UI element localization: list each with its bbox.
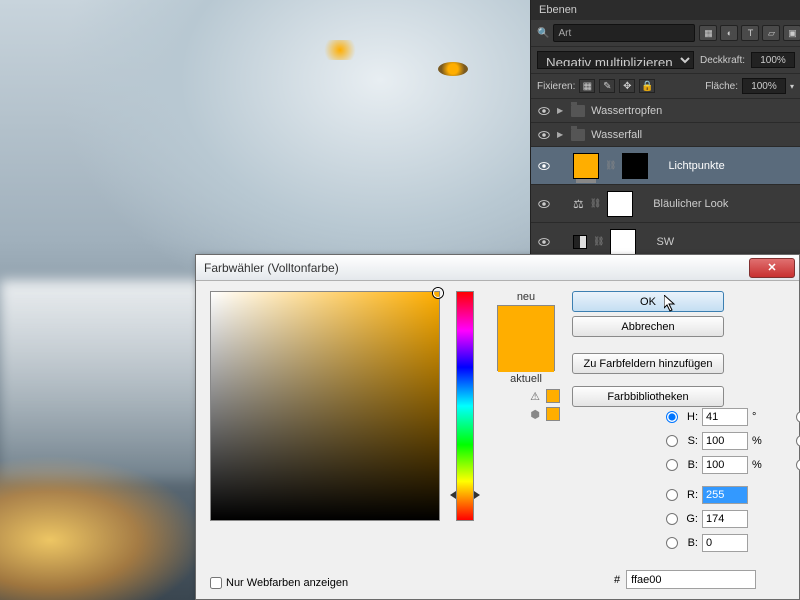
input-g[interactable]: [702, 510, 748, 528]
disclosure-icon[interactable]: ▶: [557, 106, 563, 115]
folder-icon: [571, 129, 585, 141]
color-preview: [497, 305, 555, 371]
lock-position-brush-icon[interactable]: ✎: [599, 79, 615, 93]
opacity-label: Deckkraft:: [700, 55, 745, 66]
hex-prefix: #: [614, 574, 620, 586]
hue-slider[interactable]: [456, 291, 474, 521]
label-s: S:: [682, 435, 698, 447]
visibility-icon[interactable]: [537, 197, 551, 211]
input-h[interactable]: [702, 408, 748, 426]
adjustment-icon: [573, 235, 587, 249]
radio-s[interactable]: [666, 435, 678, 447]
layer-mask-thumbnail[interactable]: [610, 229, 636, 255]
label-b: B:: [682, 459, 698, 471]
current-color-label: aktuell: [490, 373, 562, 385]
link-icon[interactable]: ⛓: [593, 236, 604, 247]
radio-g[interactable]: [666, 513, 678, 525]
fill-thumbnail[interactable]: [573, 153, 599, 179]
hex-input[interactable]: [626, 570, 756, 589]
layer-list: ▶ Wassertropfen ▶ Wasserfall ⛓ Lichtpunk…: [531, 99, 800, 261]
web-colors-only-checkbox[interactable]: [210, 577, 222, 589]
radio-h[interactable]: [666, 411, 678, 423]
color-picker-dialog: Farbwähler (Volltonfarbe) ✕ neu aktuell …: [195, 254, 800, 600]
layer-row-selected[interactable]: ⛓ Lichtpunkte: [531, 147, 800, 185]
filter-shape-icon[interactable]: ▱: [762, 25, 780, 41]
filter-type-icon[interactable]: T: [741, 25, 759, 41]
folder-icon: [571, 105, 585, 117]
radio-a[interactable]: [796, 435, 800, 447]
radio-l[interactable]: [796, 411, 800, 423]
websafe-swatch[interactable]: [546, 407, 560, 421]
blend-mode-select[interactable]: Negativ multiplizieren: [537, 51, 694, 69]
fill-label: Fläche:: [705, 81, 738, 92]
filter-adjust-icon[interactable]: ◐: [720, 25, 738, 41]
input-bb[interactable]: [702, 534, 748, 552]
layer-row[interactable]: ⚖ ⛓ Bläulicher Look: [531, 185, 800, 223]
color-libraries-button[interactable]: Farbbibliotheken: [572, 386, 724, 407]
radio-bb[interactable]: [666, 537, 678, 549]
radio-r[interactable]: [666, 489, 678, 501]
cancel-button[interactable]: Abbrechen: [572, 316, 724, 337]
input-b[interactable]: [702, 456, 748, 474]
visibility-icon[interactable]: [537, 104, 551, 118]
input-s[interactable]: [702, 432, 748, 450]
lock-label: Fixieren:: [537, 81, 575, 92]
canvas-highlight: [438, 62, 468, 76]
layer-name: Wassertropfen: [591, 105, 662, 117]
layer-name: Wasserfall: [591, 129, 642, 141]
layers-panel: Ebenen 🔍 ▦ ◐ T ▱ ▣ Negativ multipliziere…: [530, 0, 800, 260]
opacity-input[interactable]: [751, 52, 795, 68]
input-r[interactable]: [702, 486, 748, 504]
label-bb: B:: [682, 537, 698, 549]
dialog-title: Farbwähler (Volltonfarbe): [204, 261, 749, 275]
lock-move-icon[interactable]: ✥: [619, 79, 635, 93]
layer-name: SW: [656, 236, 674, 248]
close-button[interactable]: ✕: [749, 258, 795, 278]
gamut-swatch[interactable]: [546, 389, 560, 403]
layer-filter-type[interactable]: [553, 24, 695, 42]
visibility-icon[interactable]: [537, 235, 551, 249]
web-colors-only-label: Nur Webfarben anzeigen: [226, 577, 348, 589]
label-h: H:: [682, 411, 698, 423]
link-icon[interactable]: ⛓: [590, 198, 601, 209]
layers-panel-title: Ebenen: [531, 0, 800, 20]
adjustment-icon: ⚖: [573, 197, 584, 211]
filter-pixel-icon[interactable]: ▦: [699, 25, 717, 41]
ok-button[interactable]: OK: [572, 291, 724, 312]
layer-mask-thumbnail[interactable]: [607, 191, 633, 217]
lock-all-icon[interactable]: 🔒: [639, 79, 655, 93]
visibility-icon[interactable]: [537, 159, 551, 173]
link-icon[interactable]: ⛓: [605, 160, 616, 171]
current-color-swatch[interactable]: [498, 339, 554, 372]
gamut-warning-icon[interactable]: ⚠: [530, 390, 540, 403]
filter-smart-icon[interactable]: ▣: [783, 25, 800, 41]
layer-row[interactable]: ▶ Wassertropfen: [531, 99, 800, 123]
layer-name: Lichtpunkte: [668, 160, 724, 172]
radio-lab-b[interactable]: [796, 459, 800, 471]
fill-input[interactable]: [742, 78, 786, 94]
label-g: G:: [682, 513, 698, 525]
layer-row[interactable]: ▶ Wasserfall: [531, 123, 800, 147]
add-to-swatches-button[interactable]: Zu Farbfeldern hinzufügen: [572, 353, 724, 374]
lock-pixels-icon[interactable]: ▦: [579, 79, 595, 93]
saturation-value-field[interactable]: [210, 291, 440, 521]
layer-name: Bläulicher Look: [653, 198, 728, 210]
visibility-icon[interactable]: [537, 128, 551, 142]
sv-cursor: [433, 288, 443, 298]
hue-cursor: [450, 491, 480, 499]
websafe-warning-icon[interactable]: ⬢: [530, 408, 540, 421]
new-color-label: neu: [490, 291, 562, 303]
layer-mask-thumbnail[interactable]: [622, 153, 648, 179]
new-color-swatch: [498, 306, 554, 339]
label-r: R:: [682, 489, 698, 501]
disclosure-icon[interactable]: ▶: [557, 130, 563, 139]
dialog-titlebar[interactable]: Farbwähler (Volltonfarbe) ✕: [196, 255, 799, 281]
radio-b[interactable]: [666, 459, 678, 471]
